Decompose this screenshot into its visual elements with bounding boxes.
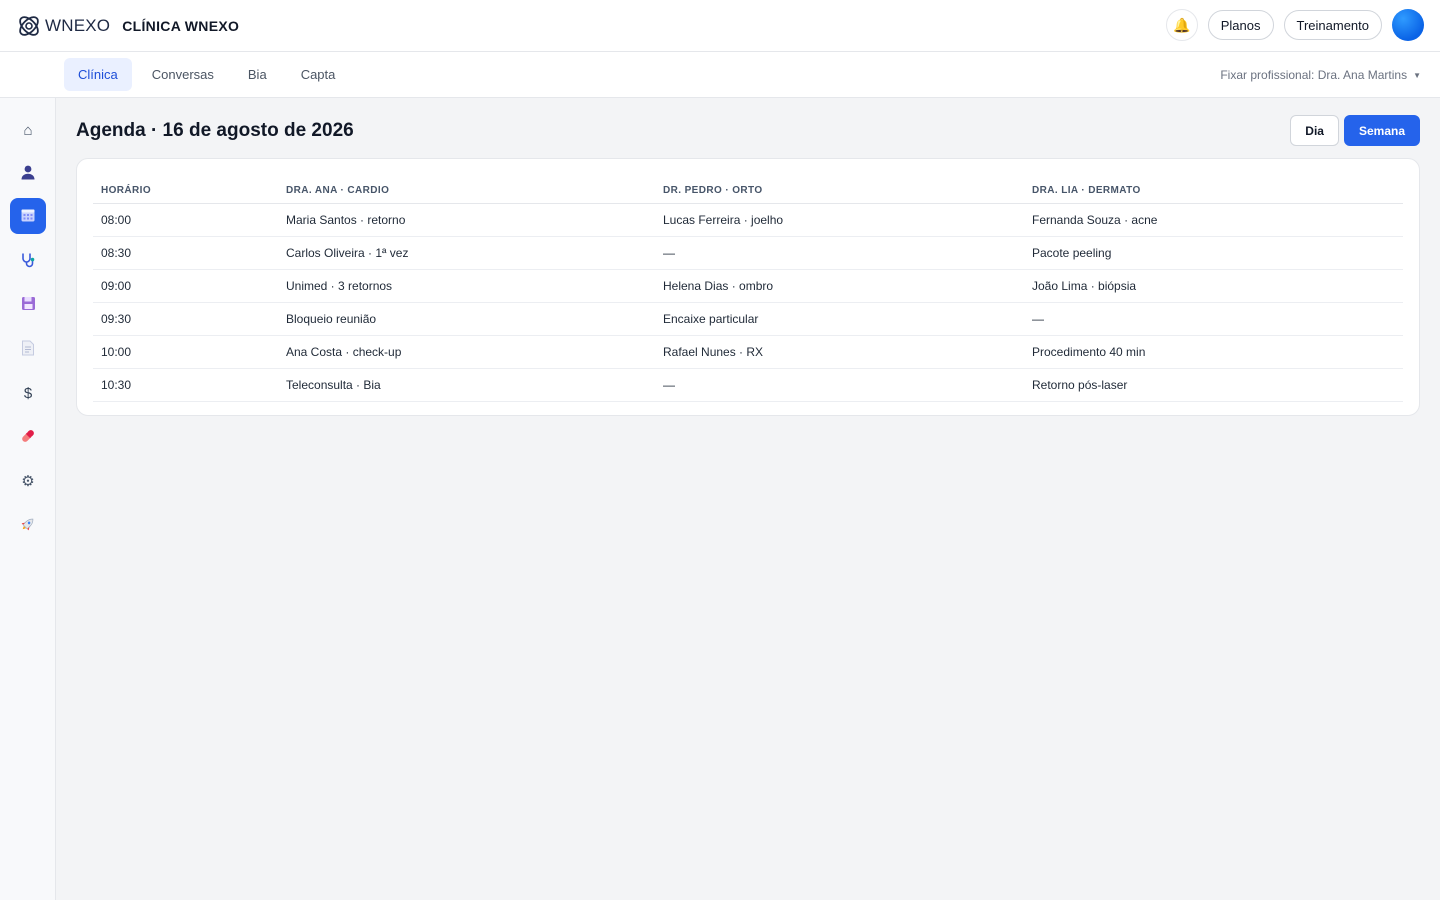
table-row: 10:00 Ana Costa · check-up Rafael Nunes … bbox=[93, 336, 1403, 369]
tab-bar: Clínica Conversas Bia Capta Fixar profis… bbox=[0, 52, 1440, 98]
appointment-cell[interactable]: Teleconsulta · Bia bbox=[278, 369, 655, 401]
sidebar: ⌂ $ ⚙ bbox=[0, 98, 56, 900]
tab-bia[interactable]: Bia bbox=[234, 58, 281, 91]
dollar-icon: $ bbox=[23, 384, 33, 402]
home-icon: ⌂ bbox=[23, 121, 33, 139]
top-actions: 🔔 Planos Treinamento bbox=[1165, 9, 1424, 41]
sidebar-item-agenda[interactable] bbox=[10, 198, 46, 234]
pill-icon bbox=[20, 428, 36, 447]
stethoscope-icon bbox=[20, 252, 36, 271]
sidebar-item-medical[interactable] bbox=[10, 243, 46, 279]
main-content: Agenda · 16 de agosto de 2026 Dia Semana… bbox=[56, 98, 1440, 900]
appointment-cell[interactable]: — bbox=[655, 369, 1024, 401]
brand[interactable]: WNEXO CLÍNICA WNEXO bbox=[14, 11, 239, 41]
time-cell: 10:00 bbox=[101, 345, 132, 359]
column-header-ana: DRA. ANA · CARDIO bbox=[286, 184, 390, 196]
tab-capta[interactable]: Capta bbox=[287, 58, 350, 91]
schedule-card: HORÁRIO DRA. ANA · CARDIO DR. PEDRO · OR… bbox=[76, 158, 1420, 416]
time-cell: 10:30 bbox=[101, 378, 132, 392]
appointment-cell[interactable]: Retorno pós-laser bbox=[1024, 369, 1403, 401]
table-row: 09:30 Bloqueio reunião Encaixe particula… bbox=[93, 303, 1403, 336]
appointment-cell[interactable]: João Lima · biópsia bbox=[1024, 270, 1403, 302]
column-header-lia: DRA. LIA · DERMATO bbox=[1032, 184, 1141, 196]
table-row: 10:30 Teleconsulta · Bia — Retorno pós-l… bbox=[93, 369, 1403, 402]
avatar[interactable] bbox=[1392, 9, 1424, 41]
time-cell: 08:30 bbox=[101, 246, 132, 260]
training-button[interactable]: Treinamento bbox=[1283, 10, 1382, 40]
sidebar-item-pharmacy[interactable] bbox=[10, 419, 46, 455]
sidebar-item-documents[interactable] bbox=[10, 331, 46, 367]
gear-icon: ⚙ bbox=[21, 473, 35, 490]
tabs: Clínica Conversas Bia Capta bbox=[64, 58, 349, 91]
sidebar-item-finance[interactable]: $ bbox=[10, 375, 46, 411]
plans-button[interactable]: Planos bbox=[1207, 10, 1274, 40]
caret-down-icon: ▼ bbox=[1413, 70, 1421, 80]
table-row: 09:00 Unimed · 3 retornos Helena Dias · … bbox=[93, 270, 1403, 303]
view-toggle: Dia Semana bbox=[1290, 115, 1420, 146]
appointment-cell[interactable]: Carlos Oliveira · 1ª vez bbox=[278, 237, 655, 269]
sidebar-item-settings[interactable]: ⚙ bbox=[10, 463, 46, 499]
tab-clinica[interactable]: Clínica bbox=[64, 58, 132, 91]
schedule-table: HORÁRIO DRA. ANA · CARDIO DR. PEDRO · OR… bbox=[93, 175, 1403, 402]
table-row: 08:30 Carlos Oliveira · 1ª vez — Pacote … bbox=[93, 237, 1403, 270]
fix-professional-select[interactable]: Fixar profissional: Dra. Ana Martins ▼ bbox=[1220, 68, 1421, 82]
appointment-cell[interactable]: — bbox=[655, 237, 1024, 269]
brand-word: WNEXO bbox=[45, 15, 111, 35]
column-header-pedro: DR. PEDRO · ORTO bbox=[663, 184, 763, 196]
bell-icon: 🔔 bbox=[1173, 16, 1191, 33]
time-cell: 08:00 bbox=[101, 213, 132, 227]
user-icon bbox=[20, 164, 36, 183]
time-cell: 09:00 bbox=[101, 279, 132, 293]
appointment-cell[interactable]: Procedimento 40 min bbox=[1024, 336, 1403, 368]
rocket-icon bbox=[20, 516, 36, 535]
appointment-cell[interactable]: — bbox=[1024, 303, 1403, 335]
appointment-cell[interactable]: Encaixe particular bbox=[655, 303, 1024, 335]
document-icon bbox=[21, 340, 35, 359]
top-header: WNEXO CLÍNICA WNEXO 🔔 Planos Treinamento bbox=[0, 0, 1440, 52]
view-day-button[interactable]: Dia bbox=[1290, 115, 1339, 146]
appointment-cell[interactable]: Rafael Nunes · RX bbox=[655, 336, 1024, 368]
fix-professional-label: Fixar profissional: Dra. Ana Martins bbox=[1220, 68, 1408, 82]
sidebar-item-patients[interactable] bbox=[10, 155, 46, 191]
appointment-cell[interactable]: Lucas Ferreira · joelho bbox=[655, 204, 1024, 236]
sidebar-item-records[interactable] bbox=[10, 287, 46, 323]
page-title: Agenda · 16 de agosto de 2026 bbox=[76, 120, 354, 141]
column-header-time: HORÁRIO bbox=[101, 184, 152, 196]
view-week-button[interactable]: Semana bbox=[1343, 115, 1420, 146]
clinic-name: CLÍNICA WNEXO bbox=[122, 17, 240, 34]
sidebar-item-home[interactable]: ⌂ bbox=[10, 112, 46, 148]
wnexo-logo-icon bbox=[14, 11, 44, 41]
table-row: 08:00 Maria Santos · retorno Lucas Ferre… bbox=[93, 204, 1403, 237]
sidebar-item-launch[interactable] bbox=[10, 507, 46, 543]
appointment-cell[interactable]: Fernanda Souza · acne bbox=[1024, 204, 1403, 236]
time-cell: 09:30 bbox=[101, 312, 132, 326]
appointment-cell[interactable]: Maria Santos · retorno bbox=[278, 204, 655, 236]
appointment-cell[interactable]: Helena Dias · ombro bbox=[655, 270, 1024, 302]
appointment-cell[interactable]: Unimed · 3 retornos bbox=[278, 270, 655, 302]
appointment-cell[interactable]: Ana Costa · check-up bbox=[278, 336, 655, 368]
notifications-button[interactable]: 🔔 bbox=[1165, 9, 1198, 41]
appointment-cell[interactable]: Bloqueio reunião bbox=[278, 303, 655, 335]
appointment-cell[interactable]: Pacote peeling bbox=[1024, 237, 1403, 269]
save-icon bbox=[21, 296, 36, 314]
calendar-icon bbox=[20, 207, 36, 226]
tab-conversas[interactable]: Conversas bbox=[138, 58, 228, 91]
table-header-row: HORÁRIO DRA. ANA · CARDIO DR. PEDRO · OR… bbox=[93, 175, 1403, 204]
